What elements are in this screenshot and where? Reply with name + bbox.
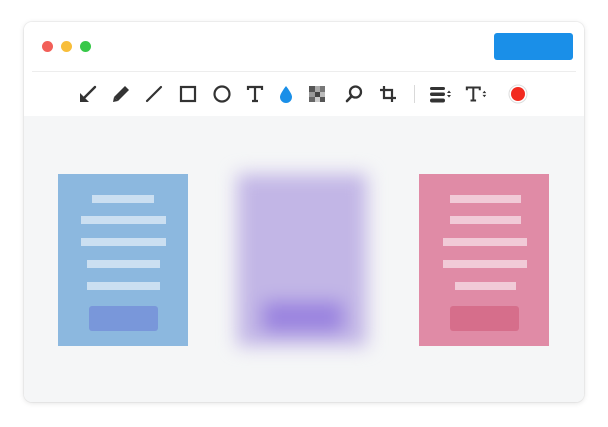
purple-card-blurred <box>237 174 367 346</box>
text-size-icon <box>465 86 487 102</box>
square-icon <box>179 85 197 103</box>
line-width-icon <box>430 87 451 103</box>
font-size-select[interactable] <box>465 82 489 106</box>
droplet-icon <box>280 86 292 103</box>
text-placeholder-line <box>92 195 154 203</box>
magnifier-tool[interactable] <box>342 82 366 106</box>
blur-tool[interactable] <box>274 82 298 106</box>
stroke-width-select[interactable] <box>429 82 453 106</box>
text-placeholder-line <box>455 282 516 290</box>
magnifier-icon <box>345 85 363 103</box>
rectangle-tool[interactable] <box>176 82 200 106</box>
pen-tool[interactable] <box>109 82 133 106</box>
text-placeholder-line <box>450 195 521 203</box>
ellipse-tool[interactable] <box>210 82 234 106</box>
minimize-window-button[interactable] <box>61 41 72 52</box>
editor-window <box>24 22 584 402</box>
pink-card <box>419 174 549 346</box>
pencil-icon <box>113 86 129 102</box>
card-button-placeholder <box>89 306 158 331</box>
card-button-placeholder <box>263 302 343 332</box>
line-tool[interactable] <box>142 82 166 106</box>
pixelate-tool[interactable] <box>305 82 329 106</box>
line-icon <box>145 85 163 103</box>
crop-icon <box>380 86 396 102</box>
color-dot-icon <box>508 84 528 104</box>
crop-tool[interactable] <box>376 82 400 106</box>
text-placeholder-line <box>81 238 166 246</box>
text-placeholder-line <box>450 216 521 224</box>
close-window-button[interactable] <box>42 41 53 52</box>
primary-action-button[interactable] <box>494 33 573 60</box>
toolbar-separator <box>414 85 415 103</box>
title-bar <box>24 22 584 72</box>
maximize-window-button[interactable] <box>80 41 91 52</box>
text-t-icon <box>246 85 264 103</box>
blue-card <box>58 174 188 346</box>
text-tool[interactable] <box>243 82 267 106</box>
arrow-tool[interactable] <box>76 82 100 106</box>
text-placeholder-line <box>87 260 160 268</box>
text-placeholder-line <box>81 216 166 224</box>
arrow-down-left-icon <box>80 85 97 102</box>
circle-icon <box>213 85 231 103</box>
text-placeholder-line <box>87 282 160 290</box>
annotation-toolbar <box>24 72 584 116</box>
color-picker[interactable] <box>506 82 530 106</box>
text-placeholder-line <box>443 260 527 268</box>
card-button-placeholder <box>450 306 519 331</box>
mosaic-icon <box>309 86 325 102</box>
text-placeholder-line <box>443 238 527 246</box>
image-canvas[interactable] <box>24 116 584 402</box>
